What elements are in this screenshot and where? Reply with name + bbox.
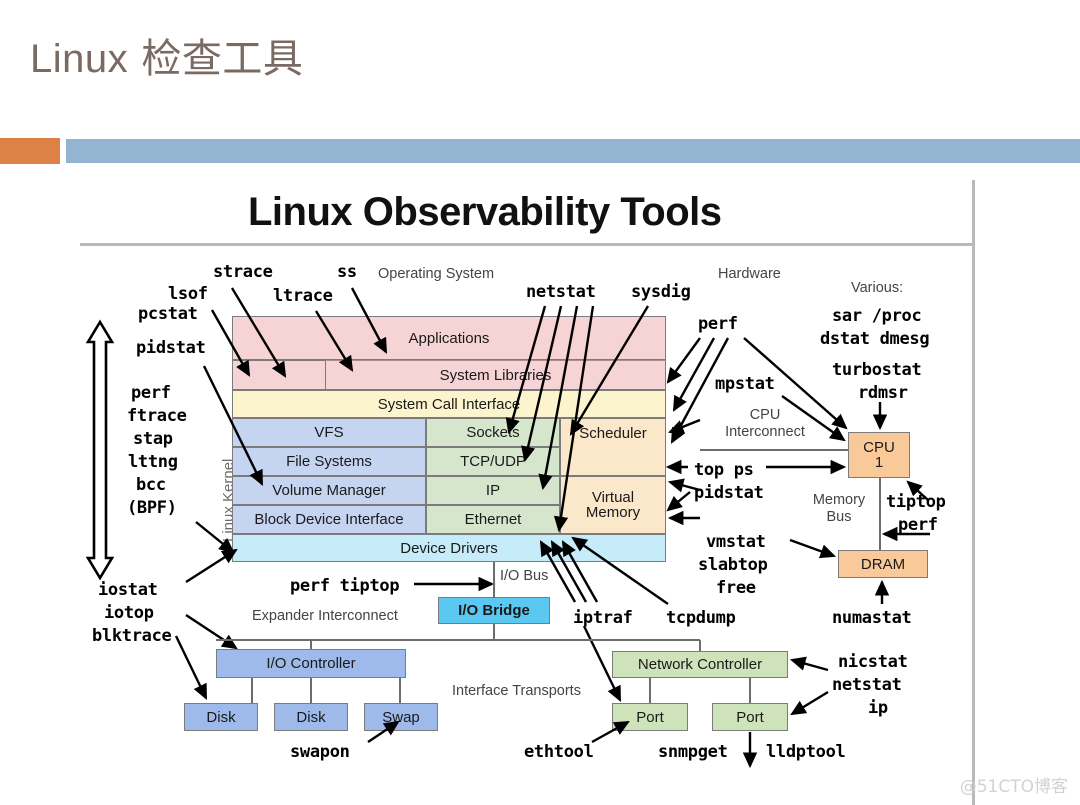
tool-dstat-dmesg: dstat dmesg — [820, 329, 930, 349]
arrow-sched-1 — [667, 418, 701, 434]
label-cpu-interconnect: CPU Interconnect — [725, 407, 805, 440]
block-io-bridge: I/O Bridge — [438, 597, 550, 624]
block-applications-lower — [232, 360, 325, 390]
tool-blktrace: blktrace — [92, 626, 172, 646]
tool-vmstat: vmstat — [706, 532, 766, 552]
tool-snmpget: snmpget — [658, 742, 728, 762]
watermark: @51CTO博客 — [959, 777, 1068, 797]
tool-perf-right: perf — [698, 314, 738, 334]
tool-numastat: numastat — [832, 608, 912, 628]
tool-ethtool: ethtool — [524, 742, 594, 762]
block-volume-manager: Volume Manager — [232, 476, 426, 505]
tool-perf-stack: perf — [131, 383, 171, 403]
block-system-call-interface: System Call Interface — [232, 390, 666, 418]
arrow-vmstat — [789, 538, 837, 559]
block-device-drivers: Device Drivers — [232, 534, 666, 562]
tool-ip: ip — [868, 698, 888, 718]
tool-tcpdump: tcpdump — [666, 608, 736, 628]
diagram-right-divider — [972, 180, 975, 805]
tool-pcstat: pcstat — [138, 304, 198, 324]
page-title-latin: Linux — [30, 37, 129, 81]
tool-turbostat: turbostat — [832, 360, 922, 380]
block-scheduler: Scheduler — [560, 418, 666, 476]
tool-nicstat: nicstat — [838, 652, 908, 672]
arrow-iostat — [185, 548, 238, 584]
block-virtual-memory: Virtual Memory — [560, 476, 666, 534]
block-sockets: Sockets — [426, 418, 560, 447]
tool-top-ps: top ps — [694, 460, 754, 480]
block-network-controller: Network Controller — [612, 651, 788, 678]
block-dram: DRAM — [838, 550, 928, 578]
tool-sar-proc: sar /proc — [832, 306, 922, 326]
page-title: Linux 检查工具 — [30, 26, 303, 84]
tool-perf-tiptop: perf tiptop — [290, 576, 400, 596]
tool-strace: strace — [213, 262, 273, 282]
header-rule-blue — [66, 139, 1080, 163]
tool-iotop: iotop — [104, 603, 154, 623]
label-io-bus: I/O Bus — [500, 568, 549, 584]
block-tcp-udp: TCP/UDP — [426, 447, 560, 476]
tool-bpf: (BPF) — [127, 498, 177, 518]
block-cpu: CPU 1 — [848, 432, 910, 478]
page-title-cjk: 检查工具 — [141, 36, 304, 82]
block-file-systems: File Systems — [232, 447, 426, 476]
diagram-canvas: Linux Observability Tools Operating Syst… — [0, 170, 1080, 805]
arrow-perf-1 — [666, 337, 701, 384]
diagram-title: Linux Observability Tools — [248, 190, 722, 234]
block-swap: Swap — [364, 703, 438, 731]
tool-ftrace: ftrace — [127, 406, 187, 426]
arrow-iotop — [185, 613, 238, 650]
tool-ltrace: ltrace — [273, 286, 333, 306]
tool-netstat-top: netstat — [526, 282, 596, 302]
arrow-perf-2 — [672, 337, 716, 412]
arrow-nicstat — [789, 656, 829, 672]
tool-ss: ss — [337, 262, 357, 282]
arrow-pidstat-right — [666, 491, 691, 512]
block-port-2: Port — [712, 703, 788, 731]
tool-netstat-right: netstat — [832, 675, 902, 695]
tool-mpstat: mpstat — [715, 374, 775, 394]
tool-slabtop: slabtop — [698, 555, 768, 575]
tool-free: free — [716, 578, 756, 598]
block-ethernet: Ethernet — [426, 505, 560, 534]
block-applications: Applications — [232, 316, 666, 360]
arrow-ip — [790, 690, 829, 716]
tool-swapon: swapon — [290, 742, 350, 762]
block-port-1: Port — [612, 703, 688, 731]
tool-sysdig: sysdig — [631, 282, 691, 302]
label-expander-interconnect: Expander Interconnect — [252, 608, 398, 624]
tool-bcc: bcc — [136, 475, 166, 495]
label-hardware: Hardware — [718, 266, 781, 282]
label-interface-transports: Interface Transports — [452, 683, 581, 699]
block-disk-1: Disk — [184, 703, 258, 731]
block-ip: IP — [426, 476, 560, 505]
diagram-top-divider — [80, 243, 975, 246]
tool-pidstat-right: pidstat — [694, 483, 764, 503]
stack-depth-arrow — [85, 319, 115, 581]
tool-stap: stap — [133, 429, 173, 449]
label-operating-system: Operating System — [378, 266, 495, 282]
block-vfs: VFS — [232, 418, 426, 447]
tool-rdmsr: rdmsr — [858, 383, 908, 403]
tool-lsof: lsof — [168, 284, 208, 304]
arrow-blktrace — [174, 635, 208, 700]
block-disk-2: Disk — [274, 703, 348, 731]
block-system-libraries: System Libraries — [325, 360, 666, 390]
header-rule-orange — [0, 138, 60, 164]
slide-root: Linux 检查工具 Linux Observability Tools Ope… — [0, 0, 1080, 805]
tool-lldptool: lldptool — [766, 742, 846, 762]
tool-lttng: lttng — [128, 452, 178, 472]
tool-pidstat-left: pidstat — [136, 338, 206, 358]
tool-tiptop-right: tiptop — [886, 492, 946, 512]
block-block-device-interface: Block Device Interface — [232, 505, 426, 534]
label-memory-bus: Memory Bus — [812, 492, 866, 525]
label-various: Various: — [851, 280, 904, 296]
tool-iostat: iostat — [98, 580, 158, 600]
tool-perf-cpu: perf — [898, 515, 938, 535]
tool-iptraf: iptraf — [573, 608, 633, 628]
block-io-controller: I/O Controller — [216, 649, 406, 678]
